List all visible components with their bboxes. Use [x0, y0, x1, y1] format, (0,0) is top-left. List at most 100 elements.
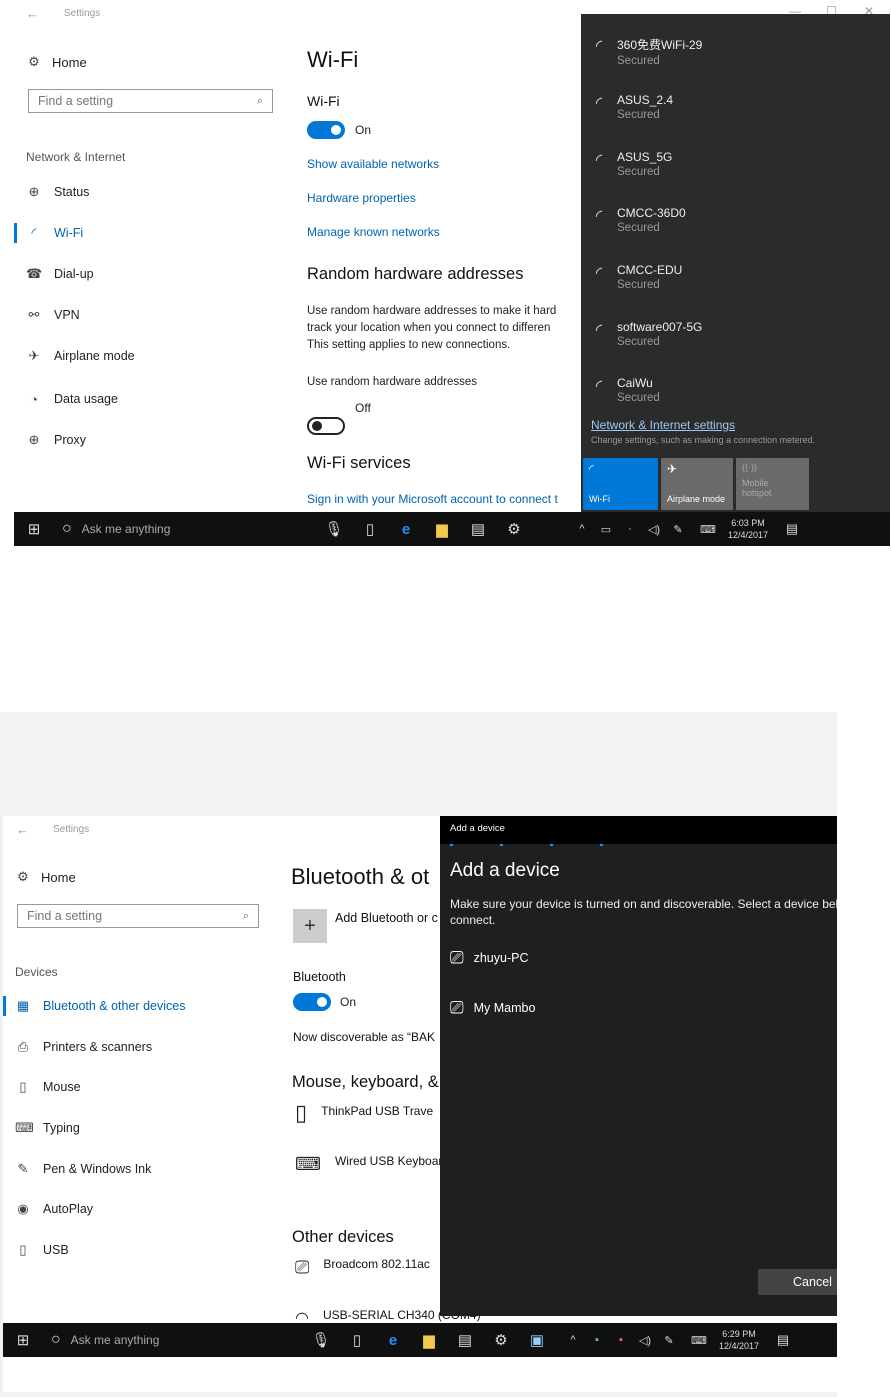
- file-explorer-icon[interactable]: ▆: [430, 520, 454, 538]
- cancel-button[interactable]: Cancel: [758, 1269, 837, 1295]
- back-arrow-icon[interactable]: ←: [26, 6, 39, 21]
- pen-icon: ✎: [17, 1161, 29, 1176]
- dialog-titlebar: Add a device: [440, 816, 837, 844]
- show-networks-link[interactable]: Show available networks: [307, 157, 439, 171]
- nav-item-usb[interactable]: ▯ USB: [15, 1240, 68, 1260]
- hardware-properties-link[interactable]: Hardware properties: [307, 191, 416, 205]
- app-icon[interactable]: ▤: [466, 520, 490, 538]
- app-window-icon[interactable]: ▣: [525, 1331, 549, 1349]
- settings-gear-icon[interactable]: ⚙: [502, 520, 526, 538]
- clock[interactable]: 6:03 PM 12/4/2017: [728, 517, 768, 541]
- nav-item-typing[interactable]: ⌨ Typing: [15, 1118, 80, 1138]
- network-tray-icon[interactable]: ▪: [609, 1334, 633, 1346]
- edge-icon[interactable]: e: [381, 1332, 405, 1349]
- device-tray-icon[interactable]: ▪: [585, 1334, 609, 1346]
- keyboard-tray-icon[interactable]: ⌨: [687, 1334, 711, 1347]
- volume-icon[interactable]: ◁): [633, 1334, 657, 1347]
- nav-item-dialup[interactable]: ☎ Dial-up: [26, 264, 94, 284]
- discovered-device-item[interactable]: ⎚ My Mambo: [450, 998, 535, 1018]
- settings-gear-icon[interactable]: ⚙: [489, 1331, 513, 1349]
- active-indicator: [3, 996, 6, 1016]
- network-item[interactable]: ◜ software007-5G Secured: [591, 320, 703, 348]
- wifi-label: Wi-Fi: [307, 93, 340, 109]
- device-item-broadcom[interactable]: ⎚ Broadcom 802.11ac: [295, 1257, 430, 1278]
- task-view-icon[interactable]: ▯: [345, 1331, 369, 1349]
- volume-icon[interactable]: ◁): [642, 523, 666, 536]
- random-hw-toggle[interactable]: [307, 417, 345, 435]
- network-item[interactable]: ◜ 360免费WiFi-29 Secured: [591, 36, 702, 67]
- nav-item-vpn[interactable]: ⚯ VPN: [26, 305, 80, 325]
- nav-item-autoplay[interactable]: ◉ AutoPlay: [15, 1199, 93, 1219]
- windows-start-icon[interactable]: ⊞: [11, 1331, 35, 1349]
- chevron-up-icon[interactable]: ^: [570, 523, 594, 535]
- windows-start-icon[interactable]: ⊞: [22, 520, 46, 538]
- wifi-services-title: Wi-Fi services: [307, 454, 411, 472]
- wifi-icon: ◜: [589, 462, 594, 476]
- home-link[interactable]: ⚙ Home: [15, 869, 76, 885]
- pen-tray-icon[interactable]: ✎: [666, 523, 690, 536]
- airplane-quick-tile[interactable]: ✈ Airplane mode: [661, 458, 733, 510]
- nav-item-proxy[interactable]: ⊕ Proxy: [26, 430, 86, 450]
- clock[interactable]: 6:29 PM 12/4/2017: [719, 1328, 759, 1352]
- back-arrow-icon[interactable]: ←: [16, 822, 29, 837]
- add-device-button[interactable]: +: [293, 909, 327, 943]
- nav-item-pen[interactable]: ✎ Pen & Windows Ink: [15, 1159, 152, 1179]
- mouse-icon: ▯: [295, 1100, 308, 1125]
- task-view-icon[interactable]: ▯: [358, 520, 382, 538]
- device-icon: ⎚: [295, 1257, 310, 1277]
- nav-item-airplane[interactable]: ✈ Airplane mode: [26, 346, 135, 366]
- search-placeholder: Find a setting: [27, 909, 103, 923]
- wifi-signal-icon: ◜: [595, 152, 603, 169]
- edge-icon[interactable]: e: [394, 521, 418, 538]
- section-header: Devices: [15, 965, 58, 979]
- nav-item-bluetooth[interactable]: ▦ Bluetooth & other devices: [15, 996, 186, 1016]
- autoplay-icon: ◉: [17, 1201, 29, 1216]
- search-input[interactable]: Find a setting ⌕: [28, 89, 273, 113]
- network-item[interactable]: ◜ CaiWu Secured: [591, 376, 660, 404]
- mouse-icon: ▯: [19, 1079, 27, 1094]
- microphone-icon[interactable]: 🎙: [322, 520, 346, 538]
- nav-item-printers[interactable]: ⎙ Printers & scanners: [15, 1037, 152, 1057]
- app-icon[interactable]: ▤: [453, 1331, 477, 1349]
- taskbar: ⊞ ○ Ask me anything 🎙 ▯ e ▆ ▤ ⚙ ^ ▭ · ◁)…: [14, 512, 890, 546]
- network-item[interactable]: ◜ CMCC-EDU Secured: [591, 263, 682, 291]
- keyboard-icon: ⌨: [15, 1120, 34, 1135]
- device-item-mouse[interactable]: ▯ ThinkPad USB Trave: [295, 1100, 433, 1126]
- discovered-device-item[interactable]: ⎚ zhuyu-PC: [450, 948, 529, 968]
- network-item[interactable]: ◜ ASUS_2.4 Secured: [591, 93, 673, 121]
- cortana-search[interactable]: ○ Ask me anything: [51, 1331, 301, 1349]
- nav-item-wifi[interactable]: ◜ Wi-Fi: [26, 223, 83, 243]
- file-explorer-icon[interactable]: ▆: [417, 1331, 441, 1349]
- random-hw-toggle-state: Off: [355, 401, 371, 415]
- chevron-up-icon[interactable]: ^: [561, 1334, 585, 1346]
- wifi-signal-icon: ◜: [595, 95, 603, 112]
- network-settings-link[interactable]: Network & Internet settings: [591, 418, 735, 432]
- microphone-icon[interactable]: 🎙: [309, 1331, 333, 1349]
- wifi-signal-icon: ◜: [595, 378, 603, 395]
- hotspot-quick-tile[interactable]: ((·)) Mobile hotspot: [736, 458, 809, 510]
- action-center-icon[interactable]: ▤: [771, 1332, 795, 1348]
- battery-icon[interactable]: ▭: [594, 523, 618, 536]
- action-center-icon[interactable]: ▤: [780, 521, 804, 537]
- home-link[interactable]: ⚙ Home: [26, 54, 87, 70]
- dialog-description: Make sure your device is turned on and d…: [450, 897, 837, 927]
- device-item-keyboard[interactable]: ⌨ Wired USB Keyboar: [295, 1154, 442, 1175]
- bluetooth-toggle[interactable]: [293, 993, 331, 1011]
- network-item[interactable]: ◜ ASUS_5G Secured: [591, 150, 672, 178]
- search-input[interactable]: Find a setting ⌕: [17, 904, 259, 928]
- network-item[interactable]: ◜ CMCC-36D0 Secured: [591, 206, 686, 234]
- keyboard-tray-icon[interactable]: ⌨: [696, 523, 720, 536]
- bluetooth-settings-screenshot: ← Settings ⚙ Home Find a setting ⌕ Devic…: [0, 712, 837, 1397]
- cortana-search[interactable]: ○ Ask me anything: [62, 520, 312, 538]
- printer-icon: ⎙: [17, 1039, 29, 1054]
- phone-icon: ☎: [26, 266, 43, 281]
- nav-item-data-usage[interactable]: ◔ Data usage: [26, 389, 118, 409]
- nav-item-status[interactable]: ⊕ Status: [26, 182, 90, 202]
- network-tray-icon[interactable]: ·: [618, 523, 642, 535]
- nav-item-mouse[interactable]: ▯ Mouse: [15, 1077, 80, 1097]
- sign-in-link[interactable]: Sign in with your Microsoft account to c…: [307, 492, 558, 506]
- wifi-toggle[interactable]: [307, 121, 345, 139]
- pen-tray-icon[interactable]: ✎: [657, 1334, 681, 1347]
- wifi-quick-tile[interactable]: ◜ Wi-Fi: [583, 458, 658, 510]
- known-networks-link[interactable]: Manage known networks: [307, 225, 440, 239]
